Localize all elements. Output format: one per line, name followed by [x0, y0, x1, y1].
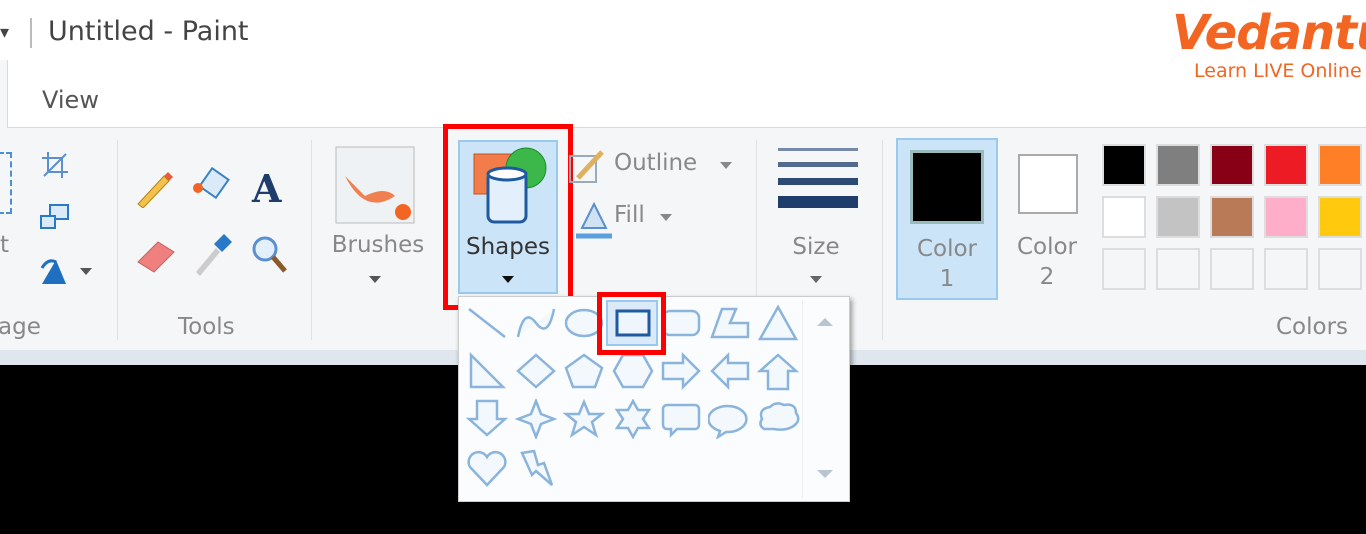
size-line-4 [778, 196, 858, 208]
color-swatch[interactable] [1318, 196, 1362, 238]
color-1-label-line1: Color [916, 236, 978, 262]
color-1-label: Color 1 [898, 234, 996, 294]
select-icon[interactable] [0, 152, 12, 214]
fill-label: Fill [614, 202, 645, 228]
polygon-shape-icon[interactable] [708, 303, 752, 343]
fill-bucket-icon[interactable] [190, 164, 234, 208]
color-swatch[interactable] [1318, 248, 1362, 290]
color-swatch[interactable] [1156, 196, 1200, 238]
down-arrow-shape-icon[interactable] [465, 399, 509, 439]
color-swatch[interactable] [1264, 144, 1308, 186]
color-1-label-line2: 1 [939, 266, 955, 292]
tab-view[interactable]: View [42, 86, 99, 114]
color-2-label: Color 2 [1006, 232, 1088, 292]
color-swatch[interactable] [1102, 248, 1146, 290]
divider [117, 140, 118, 340]
color-swatch[interactable] [1156, 248, 1200, 290]
pentagon-shape-icon[interactable] [562, 351, 606, 391]
group-label-image: age [0, 314, 41, 340]
color-picker-icon[interactable] [192, 232, 232, 276]
brushes-label: Brushes [331, 232, 425, 258]
color-swatch[interactable] [1264, 196, 1308, 238]
size-button[interactable]: Size [772, 140, 864, 300]
group-label-colors: Colors [1276, 314, 1349, 340]
line-shape-icon[interactable] [465, 303, 509, 343]
four-point-star-shape-icon[interactable] [514, 399, 558, 439]
fill-button[interactable]: Fill [568, 198, 678, 242]
size-line-3 [778, 178, 858, 185]
group-label-tools: Tools [178, 314, 235, 340]
up-arrow-shape-icon[interactable] [756, 351, 800, 391]
fill-dropdown-icon [660, 214, 672, 221]
rounded-callout-shape-icon[interactable] [659, 399, 703, 439]
color-swatch[interactable] [1102, 144, 1146, 186]
size-label: Size [792, 234, 840, 260]
highlight-shapes-button [443, 124, 573, 310]
divider [882, 140, 883, 340]
color-1-swatch [910, 150, 984, 224]
size-line-2 [778, 162, 858, 167]
color-swatch[interactable] [1318, 144, 1362, 186]
brushes-dropdown-icon [369, 276, 381, 283]
oval-callout-shape-icon[interactable] [707, 399, 752, 439]
left-arrow-shape-icon[interactable] [708, 351, 752, 391]
outline-icon [569, 150, 604, 183]
fill-icon [576, 201, 612, 239]
color-swatch[interactable] [1264, 248, 1308, 290]
select-label[interactable]: t [0, 232, 9, 258]
divider [311, 140, 312, 340]
color-swatch[interactable] [1210, 196, 1254, 238]
rotate-icon[interactable] [36, 254, 76, 288]
cloud-callout-shape-icon[interactable] [756, 399, 800, 439]
six-point-star-shape-icon[interactable] [611, 399, 655, 439]
five-point-star-shape-icon[interactable] [562, 399, 606, 439]
scroll-down-icon[interactable] [817, 470, 833, 478]
color-2-swatch [1018, 154, 1078, 214]
outline-dropdown-icon [720, 162, 732, 169]
tab-home[interactable] [0, 60, 8, 130]
triangle-shape-icon[interactable] [756, 303, 800, 343]
tab-row [0, 60, 1366, 128]
logo-tagline: Learn LIVE Online [1194, 60, 1362, 82]
logo-brand: Vedantu [1172, 5, 1366, 61]
color-swatch[interactable] [1156, 144, 1200, 186]
color-swatch[interactable] [1102, 196, 1146, 238]
eraser-icon[interactable] [134, 234, 178, 274]
window-title: Untitled - Paint [48, 16, 249, 47]
highlight-rectangle-shape [597, 292, 666, 355]
brush-icon [335, 146, 415, 224]
diamond-shape-icon[interactable] [514, 351, 558, 391]
vedantu-logo: Vedantu Learn LIVE Online [1172, 6, 1366, 82]
quick-access-dropdown-icon[interactable]: ▾ [0, 22, 9, 43]
color-swatch[interactable] [1210, 248, 1254, 290]
resize-icon[interactable] [38, 202, 72, 234]
brushes-button[interactable]: Brushes [322, 140, 432, 300]
text-icon[interactable]: A [252, 166, 281, 211]
size-dropdown-icon [810, 276, 822, 283]
color-swatch[interactable] [1210, 144, 1254, 186]
magnifier-icon[interactable] [250, 234, 290, 276]
outline-label: Outline [614, 150, 698, 176]
right-triangle-shape-icon[interactable] [465, 351, 509, 391]
heart-shape-icon[interactable] [465, 447, 509, 487]
scroll-up-icon[interactable] [817, 318, 833, 326]
hexagon-shape-icon[interactable] [611, 351, 655, 391]
color-1-button[interactable]: Color 1 [896, 138, 998, 300]
lightning-shape-icon[interactable] [514, 447, 558, 487]
outline-button[interactable]: Outline [568, 146, 738, 186]
color-2-button[interactable]: Color 2 [1006, 140, 1088, 300]
color-2-label-line1: Color [1016, 234, 1078, 260]
crop-icon[interactable] [40, 150, 70, 180]
rotate-dropdown-icon[interactable] [80, 268, 92, 275]
color-2-label-line2: 2 [1039, 264, 1055, 290]
size-line-1 [778, 148, 858, 151]
divider [30, 18, 32, 48]
curve-shape-icon[interactable] [514, 303, 558, 343]
pencil-icon[interactable] [134, 168, 174, 208]
right-arrow-shape-icon[interactable] [659, 351, 703, 391]
gallery-scrollbar[interactable] [802, 300, 846, 498]
